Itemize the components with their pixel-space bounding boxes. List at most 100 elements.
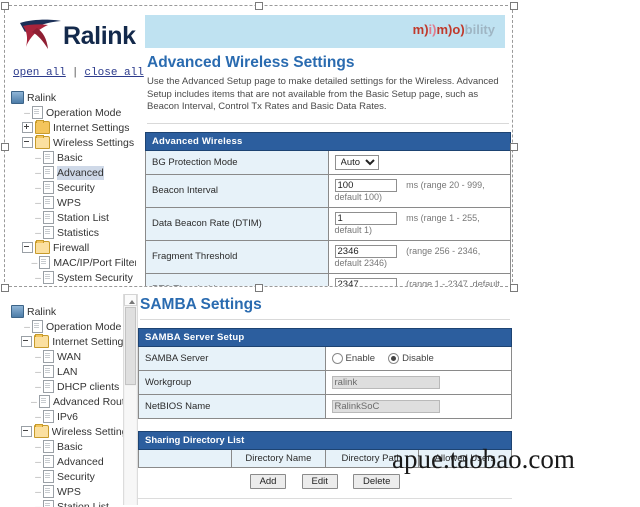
- tree-item-internet-settings[interactable]: Internet Settings: [11, 120, 136, 135]
- selection-handle-w[interactable]: [1, 143, 9, 151]
- tree-item-station-list[interactable]: – Station List: [11, 210, 136, 225]
- tree-item-wan[interactable]: – WAN: [11, 349, 123, 364]
- add-button[interactable]: Add: [249, 474, 287, 489]
- edit-button[interactable]: Edit: [301, 474, 338, 489]
- rts-threshold-cell: (range 1 - 2347, default 2347): [327, 272, 511, 286]
- collapse-icon[interactable]: [22, 242, 33, 253]
- bg-protection-mode-label: BG Protection Mode: [145, 149, 329, 175]
- watermark-text: apue.taobao.com: [392, 444, 575, 474]
- tree-item-station-list[interactable]: – Station List: [11, 499, 123, 507]
- tree-item-label: Ralink: [27, 91, 57, 104]
- tree-item-content-filtering[interactable]: – Content Filtering: [11, 285, 136, 286]
- tree-item-wps[interactable]: – WPS: [11, 484, 123, 499]
- scroll-up-arrow-icon[interactable]: [124, 294, 137, 306]
- page-icon: [43, 440, 54, 453]
- tree-item-label: Advanced: [57, 165, 104, 180]
- workgroup-input[interactable]: [331, 376, 440, 389]
- table-row: Data Beacon Rate (DTIM) ms (range 1 - 25…: [145, 206, 511, 241]
- selection-handle-ne[interactable]: [510, 2, 518, 10]
- tree-connector: –: [31, 395, 37, 408]
- tree-item-label: Security: [57, 470, 95, 483]
- content-divider: [147, 122, 509, 124]
- page-icon: [43, 181, 54, 194]
- tree-item-statistics[interactable]: – Statistics: [11, 225, 136, 240]
- advanced-wireless-content: Advanced Wireless Settings Use the Advan…: [145, 54, 511, 286]
- tree-item-ipv6[interactable]: – IPv6: [11, 409, 123, 424]
- banner-seg-2: m): [436, 22, 453, 37]
- fragment-threshold-label: Fragment Threshold: [145, 239, 329, 274]
- samba-disable-option[interactable]: Disable: [388, 353, 434, 364]
- rts-threshold-input[interactable]: [334, 277, 397, 286]
- tree-item-firewall[interactable]: Firewall: [11, 240, 136, 255]
- tree-connector: –: [35, 166, 41, 179]
- selection-handle-n[interactable]: [255, 2, 263, 10]
- expand-icon[interactable]: [22, 122, 33, 133]
- tree-item-advanced[interactable]: – Advanced: [11, 454, 123, 469]
- open-all-link[interactable]: open all: [13, 67, 66, 79]
- beacon-interval-input[interactable]: [334, 178, 397, 192]
- page-icon: [43, 151, 54, 164]
- tree-connector: –: [35, 226, 41, 239]
- tree-item-basic[interactable]: – Basic: [11, 150, 136, 165]
- tree-item-label: LAN: [57, 365, 78, 378]
- tree-connector: –: [35, 365, 41, 378]
- tree-item-label: Advanced: [57, 455, 104, 468]
- tree-item-dhcp-clients[interactable]: – DHCP clients: [11, 379, 123, 394]
- samba-content-divider: [140, 319, 510, 320]
- tree-item-label: Operation Mode: [46, 106, 122, 119]
- close-all-link[interactable]: close all: [84, 67, 143, 79]
- advanced-wireless-table: Advanced Wireless BG Protection Mode Aut…: [145, 131, 511, 286]
- tree-item-ralink[interactable]: Ralink: [11, 90, 136, 105]
- tree-controls: open all | close all: [13, 67, 144, 79]
- scrollbar-track[interactable]: [125, 386, 136, 505]
- navigation-tree-bottom: Ralink – Operation Mode Internet Settings – W…: [11, 304, 123, 507]
- tree-item-wps[interactable]: – WPS: [11, 195, 136, 210]
- tree-connector: –: [33, 286, 43, 287]
- tree-item-wireless-settings[interactable]: Wireless Settings: [11, 135, 136, 150]
- tree-item-basic[interactable]: – Basic: [11, 439, 123, 454]
- collapse-icon[interactable]: [21, 336, 33, 347]
- selection-handle-sw[interactable]: [1, 284, 9, 292]
- tree-item-lan[interactable]: – LAN: [11, 364, 123, 379]
- selection-handle-se[interactable]: [510, 284, 518, 292]
- table-row: Workgroup: [138, 370, 512, 395]
- scrollbar-thumb[interactable]: [125, 307, 136, 385]
- advanced-wireless-screenshot-panel: Ralink m)i)m)o)bility open all | close all…: [5, 6, 512, 286]
- dtim-input[interactable]: [334, 211, 397, 225]
- tree-item-label: Station List: [57, 500, 109, 507]
- collapse-icon[interactable]: [20, 426, 32, 437]
- tree-item-advanced-routing[interactable]: – Advanced Routing: [11, 394, 123, 409]
- fragment-threshold-input[interactable]: [334, 244, 397, 258]
- folder-open-icon: [33, 424, 49, 438]
- bg-protection-mode-select[interactable]: Auto: [334, 154, 379, 170]
- tree-item-ralink[interactable]: Ralink: [11, 304, 123, 319]
- netbios-name-input[interactable]: [331, 400, 440, 413]
- tree-item-wireless-settings[interactable]: Wireless Settings: [11, 424, 123, 439]
- collapse-icon[interactable]: [22, 137, 33, 148]
- selection-handle-e[interactable]: [510, 143, 518, 151]
- tree-item-internet-settings[interactable]: Internet Settings: [11, 334, 123, 349]
- selection-handle-nw[interactable]: [1, 2, 9, 10]
- radio-enable-icon[interactable]: [331, 353, 343, 364]
- advanced-wireless-section-header: Advanced Wireless: [145, 131, 511, 151]
- delete-button[interactable]: Delete: [352, 474, 401, 489]
- radio-disable-icon[interactable]: [388, 353, 400, 364]
- table-row: Fragment Threshold (range 256 - 2346, de…: [145, 239, 511, 274]
- tree-item-advanced[interactable]: – Advanced: [11, 165, 136, 180]
- samba-server-setup-table: SAMBA Server Setup SAMBA Server Enable D…: [138, 328, 512, 419]
- samba-server-radio-group: Enable Disable: [331, 353, 506, 364]
- rts-threshold-label: RTS Threshold: [145, 272, 329, 286]
- tree-item-operation-mode[interactable]: – Operation Mode: [11, 105, 136, 120]
- samba-enable-option[interactable]: Enable: [331, 353, 375, 364]
- tree-item-system-security[interactable]: – System Security: [11, 270, 136, 285]
- selection-handle-s[interactable]: [255, 284, 263, 292]
- tree-item-mac-ip-port-filtering[interactable]: – MAC/IP/Port Filtering: [11, 255, 136, 270]
- tree-connector: –: [24, 106, 30, 119]
- bottom-divider: [138, 498, 512, 499]
- tree-item-security[interactable]: – Security: [11, 469, 123, 484]
- sidebar-scrollbar[interactable]: [123, 294, 138, 505]
- tree-item-operation-mode[interactable]: – Operation Mode: [11, 319, 123, 334]
- tree-item-label: Operation Mode: [46, 320, 122, 333]
- workgroup-cell: [324, 370, 512, 395]
- tree-item-security[interactable]: – Security: [11, 180, 136, 195]
